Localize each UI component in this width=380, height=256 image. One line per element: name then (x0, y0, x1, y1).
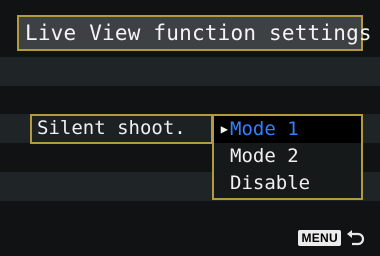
setting-label: Silent shoot. (37, 117, 186, 139)
option-label: Mode 1 (230, 118, 299, 140)
option-mode-2[interactable]: Mode 2 (214, 143, 361, 170)
option-label: Disable (230, 172, 311, 194)
camera-screen: Live View function settings Silent shoot… (0, 0, 380, 256)
row-band (0, 57, 380, 86)
menu-back-button[interactable]: MENU (298, 229, 366, 247)
option-mode-1[interactable]: ▶ Mode 1 (214, 116, 361, 143)
return-arrow-icon (347, 230, 365, 246)
menu-button-label: MENU (298, 230, 341, 246)
page-title: Live View function settings (25, 21, 372, 45)
selection-pointer-icon: ▶ (220, 122, 228, 136)
option-disable[interactable]: Disable (214, 170, 361, 197)
option-label: Mode 2 (230, 145, 299, 167)
